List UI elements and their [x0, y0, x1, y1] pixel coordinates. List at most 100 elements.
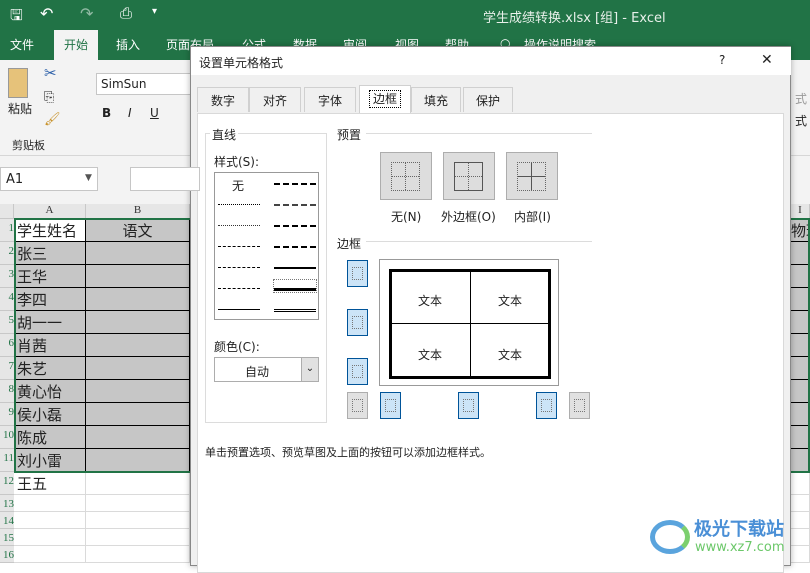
cell-i12[interactable] — [791, 472, 810, 495]
tab-home[interactable]: 开始 — [54, 30, 98, 60]
column-header-a[interactable]: A — [14, 204, 86, 219]
cut-icon[interactable]: ✂ — [44, 64, 57, 82]
cell-i11[interactable] — [791, 449, 810, 472]
row-header[interactable]: 12 — [0, 472, 14, 495]
cell-b3[interactable] — [86, 265, 190, 288]
line-style-option[interactable] — [218, 204, 260, 205]
italic-button[interactable]: I — [128, 106, 132, 120]
row-header[interactable]: 11 — [0, 449, 14, 472]
cell-a16[interactable] — [14, 546, 86, 563]
bold-button[interactable]: B — [102, 106, 111, 120]
preset-none-button[interactable] — [380, 152, 432, 200]
cell-b10[interactable] — [86, 426, 190, 449]
border-diagonal-up-button[interactable] — [347, 392, 368, 419]
cell-a15[interactable] — [14, 529, 86, 546]
border-top-button[interactable] — [347, 260, 368, 287]
cell-i3[interactable] — [791, 265, 810, 288]
format-painter-icon[interactable]: 🖌 — [44, 112, 61, 127]
cell-b14[interactable] — [86, 512, 190, 529]
cell-b8[interactable] — [86, 380, 190, 403]
border-preview[interactable]: 文本 文本 文本 文本 — [379, 259, 559, 386]
cell-i16[interactable] — [791, 546, 810, 563]
row-header[interactable]: 14 — [0, 512, 14, 529]
border-diagonal-down-button[interactable] — [569, 392, 590, 419]
line-style-option[interactable] — [274, 246, 316, 248]
preset-outline-button[interactable] — [443, 152, 495, 200]
cell-b12[interactable] — [86, 472, 190, 495]
cell-b7[interactable] — [86, 357, 190, 380]
line-style-option[interactable] — [218, 267, 260, 268]
undo-icon[interactable]: ↶ — [40, 4, 53, 23]
column-header-b[interactable]: B — [86, 204, 190, 219]
style-none[interactable]: 无 — [232, 177, 244, 194]
copy-icon[interactable]: ⎘ — [44, 90, 54, 105]
cell-b15[interactable] — [86, 529, 190, 546]
redo-icon[interactable]: ↷ — [80, 4, 93, 23]
row-header[interactable]: 1 — [0, 219, 14, 242]
cell-a9[interactable]: 侯小磊 — [14, 403, 86, 426]
border-bottom-button[interactable] — [347, 358, 368, 385]
line-style-option[interactable] — [274, 204, 316, 206]
underline-button[interactable]: U — [150, 106, 159, 120]
tab-fill[interactable]: 填充 — [411, 87, 461, 112]
row-header[interactable]: 5 — [0, 311, 14, 334]
row-header[interactable]: 4 — [0, 288, 14, 311]
cell-i6[interactable] — [791, 334, 810, 357]
save-icon[interactable]: 🖫 — [10, 5, 23, 30]
cell-a13[interactable] — [14, 495, 86, 512]
cell-i14[interactable] — [791, 512, 810, 529]
tab-font[interactable]: 字体 — [304, 87, 356, 112]
name-box-dropdown-icon[interactable]: ▼ — [85, 173, 92, 183]
tab-protection[interactable]: 保护 — [463, 87, 513, 112]
name-box[interactable]: A1 — [0, 167, 98, 191]
close-button[interactable]: ✕ — [761, 52, 773, 68]
cell-i7[interactable] — [791, 357, 810, 380]
cell-b11[interactable] — [86, 449, 190, 472]
line-style-option[interactable] — [218, 246, 260, 247]
row-header[interactable]: 9 — [0, 403, 14, 426]
paste-label[interactable]: 粘贴 — [8, 100, 32, 117]
row-header[interactable]: 16 — [0, 546, 14, 563]
row-header[interactable]: 7 — [0, 357, 14, 380]
cell-b9[interactable] — [86, 403, 190, 426]
row-header[interactable]: 3 — [0, 265, 14, 288]
cell-a7[interactable]: 朱艺 — [14, 357, 86, 380]
customize-icon[interactable]: ▾ — [152, 6, 157, 17]
cell-a5[interactable]: 胡一一 — [14, 311, 86, 334]
cell-i5[interactable] — [791, 311, 810, 334]
border-middle-horizontal-button[interactable] — [347, 309, 368, 336]
line-style-option[interactable] — [274, 225, 316, 227]
preset-inside-button[interactable] — [506, 152, 558, 200]
paste-icon[interactable] — [8, 68, 28, 98]
tab-border[interactable]: 边框 — [359, 85, 411, 113]
cell-b4[interactable] — [86, 288, 190, 311]
row-header[interactable]: 8 — [0, 380, 14, 403]
cell-a4[interactable]: 李四 — [14, 288, 86, 311]
cell-i10[interactable] — [791, 426, 810, 449]
cell-a10[interactable]: 陈成 — [14, 426, 86, 449]
cell-a12[interactable]: 王五 — [14, 472, 86, 495]
cell-b1[interactable]: 语文 — [86, 219, 190, 242]
cell-a2[interactable]: 张三 — [14, 242, 86, 265]
row-header[interactable]: 6 — [0, 334, 14, 357]
column-header-i[interactable]: I — [791, 204, 810, 219]
line-style-option[interactable] — [218, 225, 260, 226]
font-name-input[interactable]: SimSun — [96, 73, 196, 95]
border-right-button[interactable] — [536, 392, 557, 419]
row-header[interactable]: 2 — [0, 242, 14, 265]
help-button[interactable]: ? — [719, 53, 725, 67]
row-header[interactable]: 15 — [0, 529, 14, 546]
border-middle-vertical-button[interactable] — [458, 392, 479, 419]
cell-i8[interactable] — [791, 380, 810, 403]
cell-b5[interactable] — [86, 311, 190, 334]
cell-a6[interactable]: 肖茜 — [14, 334, 86, 357]
chevron-down-icon[interactable]: ⌄ — [301, 358, 318, 381]
cell-i15[interactable] — [791, 529, 810, 546]
cell-b16[interactable] — [86, 546, 190, 563]
cell-a8[interactable]: 黄心怡 — [14, 380, 86, 403]
line-style-option[interactable] — [218, 288, 260, 289]
border-left-button[interactable] — [380, 392, 401, 419]
cell-i1[interactable]: 物理 — [791, 219, 810, 242]
cell-a14[interactable] — [14, 512, 86, 529]
row-header[interactable]: 10 — [0, 426, 14, 449]
